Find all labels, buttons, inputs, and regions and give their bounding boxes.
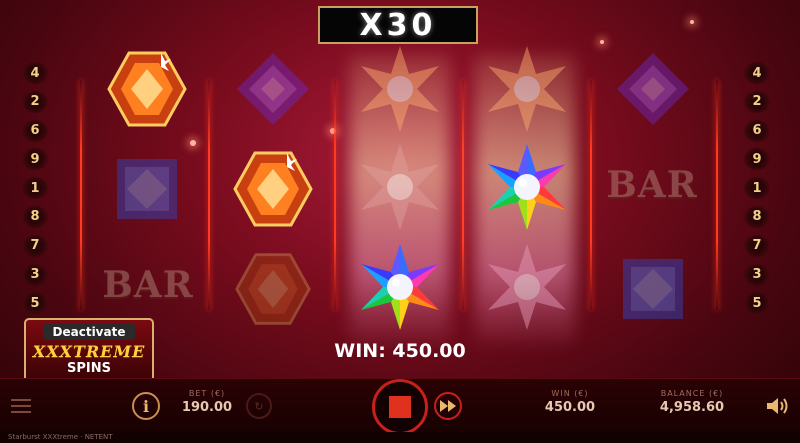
payline-indicator-left: 6 (22, 119, 48, 142)
info-button[interactable]: i (132, 392, 160, 420)
fast-forward-icon (440, 400, 456, 412)
reel-divider (334, 80, 336, 310)
reel-divider (462, 80, 464, 310)
payline-indicator-right: 6 (744, 119, 770, 142)
payline-indicator-right: 8 (744, 205, 770, 228)
reel-divider (590, 80, 592, 310)
payline-indicator-left: 1 (22, 177, 48, 200)
fast-forward-button[interactable] (434, 392, 462, 420)
payline-indicator-right: 1 (744, 177, 770, 200)
symbol-starburst-wild (482, 142, 572, 232)
deactivate-xxxtreme-spins-button[interactable]: Deactivate XXXTREME SPINS (24, 318, 154, 382)
payline-indicator-left: 5 (22, 292, 48, 315)
autoplay-button[interactable]: ↻ (246, 393, 272, 419)
symbol-starburst-wild (482, 242, 572, 332)
menu-icon (11, 399, 31, 413)
balance-value: 4,958.60 (659, 400, 725, 415)
symbol-bar: BAR (602, 140, 702, 230)
background-sparkle (690, 20, 694, 24)
bar-symbol-label: BAR (102, 264, 194, 306)
feature-button-line3: SPINS (67, 361, 111, 376)
multiplier-display: X30 (318, 6, 478, 44)
payline-indicators-left: 4 2 6 9 1 8 7 3 5 (22, 62, 52, 321)
payline-indicator-right: 4 (744, 62, 770, 84)
balance-label: BALANCE (€) (660, 389, 724, 398)
payline-indicator-left: 2 (22, 90, 48, 113)
menu-button[interactable] (8, 393, 34, 419)
win-value: 450.00 (544, 400, 596, 415)
payline-indicator-right: 7 (744, 234, 770, 257)
game-stage: X30 4 2 6 9 1 8 7 3 5 4 2 6 9 1 8 7 3 5 BAR BAR WIN: 450… (0, 0, 800, 443)
balance-stat: BALANCE (€) 4,958.60 (650, 389, 734, 415)
symbol-orange-gem (228, 244, 318, 334)
bet-stat: BET (€) 190.00 (172, 389, 242, 415)
payline-indicator-right: 3 (744, 263, 770, 286)
symbol-starburst-wild (355, 44, 445, 134)
symbol-purple-gem (228, 44, 318, 134)
sound-icon (767, 398, 788, 414)
feature-button-line2: XXXTREME (32, 342, 146, 361)
symbol-purple-gem (608, 44, 698, 134)
symbol-bar: BAR (98, 240, 198, 330)
payline-indicators-right: 4 2 6 9 1 8 7 3 5 (744, 62, 774, 321)
payline-indicator-left: 3 (22, 263, 48, 286)
info-icon: i (142, 396, 150, 416)
reel-divider (80, 80, 82, 310)
background-sparkle (600, 40, 604, 44)
payline-indicator-left: 9 (22, 148, 48, 171)
win-amount-display: WIN: 450.00 (334, 340, 466, 362)
win-stat: WIN (€) 450.00 (535, 389, 605, 415)
symbol-blue-gem (608, 244, 698, 334)
stop-icon (389, 396, 411, 418)
payline-indicator-right: 5 (744, 292, 770, 315)
bar-symbol-label: BAR (606, 164, 698, 206)
footer-text: Starburst XXXtreme · NETENT (0, 432, 800, 443)
symbol-orange-gem (102, 44, 192, 134)
symbol-orange-gem (228, 144, 318, 234)
reel-divider (716, 80, 718, 310)
symbol-starburst-wild (355, 242, 445, 332)
payline-indicator-right: 9 (744, 148, 770, 171)
payline-indicator-left: 8 (22, 205, 48, 228)
symbol-starburst-wild (482, 44, 572, 134)
symbol-starburst-wild (355, 142, 445, 232)
stop-button[interactable] (372, 379, 428, 435)
payline-indicator-left: 4 (22, 62, 48, 84)
bet-label: BET (€) (188, 389, 226, 398)
control-bar: i BET (€) 190.00 ↻ WIN (€) 450.00 BALANC… (0, 378, 800, 435)
payline-indicator-right: 2 (744, 90, 770, 113)
payline-indicator-left: 7 (22, 234, 48, 257)
symbol-blue-gem (102, 144, 192, 234)
reel-divider (208, 80, 210, 310)
bet-value: 190.00 (181, 400, 233, 415)
autoplay-icon: ↻ (254, 399, 264, 413)
win-label: WIN (€) (551, 389, 589, 398)
feature-button-line1: Deactivate (42, 324, 136, 340)
sound-button[interactable] (764, 393, 792, 419)
